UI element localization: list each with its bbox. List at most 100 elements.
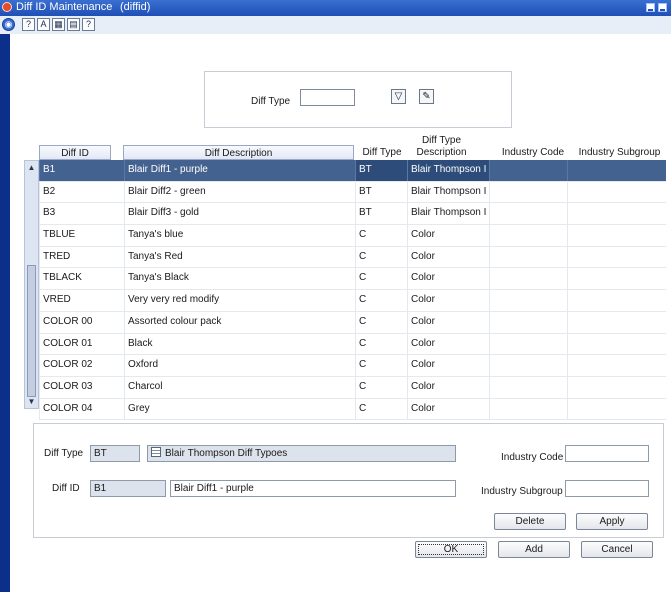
ok-button[interactable]: OK xyxy=(415,541,487,558)
header-industry-code[interactable]: Industry Code xyxy=(494,145,572,160)
cell-diff-description[interactable]: Charcol xyxy=(124,376,355,398)
cell-industry-subgroup[interactable] xyxy=(567,225,666,246)
cell-type-description[interactable]: Color xyxy=(407,398,489,420)
cell-industry-subgroup[interactable] xyxy=(567,355,666,376)
cell-diff-id[interactable]: TBLUE xyxy=(39,225,124,246)
spell-icon[interactable]: A xyxy=(37,18,50,31)
table-row[interactable]: COLOR 00 Assorted colour pack C Color xyxy=(39,311,666,334)
cell-industry-code[interactable] xyxy=(489,203,567,225)
cell-industry-subgroup[interactable] xyxy=(567,398,666,420)
cell-diff-type[interactable]: C xyxy=(355,333,407,355)
cell-industry-subgroup[interactable] xyxy=(567,246,666,268)
cell-industry-code[interactable] xyxy=(489,225,567,246)
cell-type-description[interactable]: Blair Thompson I xyxy=(407,160,489,181)
cell-diff-type[interactable]: C xyxy=(355,376,407,398)
cell-industry-subgroup[interactable] xyxy=(567,311,666,333)
help-icon[interactable]: ? xyxy=(22,18,35,31)
cell-diff-description[interactable]: Blair Diff3 - gold xyxy=(124,203,355,225)
scroll-down-icon[interactable]: ▼ xyxy=(27,397,36,406)
cell-type-description[interactable]: Color xyxy=(407,311,489,333)
cell-type-description[interactable]: Color xyxy=(407,246,489,268)
cell-type-description[interactable]: Color xyxy=(407,333,489,355)
cell-diff-type[interactable]: C xyxy=(355,290,407,311)
industry-subgroup-input[interactable] xyxy=(565,480,649,497)
header-diff-description[interactable]: Diff Description xyxy=(123,145,354,160)
cell-industry-code[interactable] xyxy=(489,246,567,268)
cell-diff-type[interactable]: C xyxy=(355,311,407,333)
table-row[interactable]: COLOR 03 Charcol C Color xyxy=(39,376,666,399)
header-type-description[interactable]: Description xyxy=(409,145,474,160)
cell-diff-id[interactable]: B1 xyxy=(39,160,124,181)
industry-code-input[interactable] xyxy=(565,445,649,462)
table-row[interactable]: B2 Blair Diff2 - green BT Blair Thompson I xyxy=(39,181,666,204)
cell-diff-id[interactable]: VRED xyxy=(39,290,124,311)
calendar-icon[interactable]: ▤ xyxy=(67,18,80,31)
cell-diff-type[interactable]: C xyxy=(355,398,407,420)
cell-diff-description[interactable]: Oxford xyxy=(124,355,355,376)
cell-type-description[interactable]: Blair Thompson I xyxy=(407,203,489,225)
table-row[interactable]: B3 Blair Diff3 - gold BT Blair Thompson I xyxy=(39,203,666,226)
cell-industry-subgroup[interactable] xyxy=(567,181,666,203)
cancel-button[interactable]: Cancel xyxy=(581,541,653,558)
calculator-icon[interactable]: ▦ xyxy=(52,18,65,31)
cell-industry-code[interactable] xyxy=(489,311,567,333)
cell-diff-description[interactable]: Tanya's Black xyxy=(124,268,355,290)
cell-type-description[interactable]: Blair Thompson I xyxy=(407,181,489,203)
cell-industry-code[interactable] xyxy=(489,355,567,376)
cell-diff-description[interactable]: Grey xyxy=(124,398,355,420)
filter-diff-type-input[interactable] xyxy=(300,89,355,106)
cell-diff-type[interactable]: C xyxy=(355,225,407,246)
add-button[interactable]: Add xyxy=(498,541,570,558)
scroll-thumb[interactable] xyxy=(27,265,36,397)
header-industry-subgroup[interactable]: Industry Subgroup xyxy=(573,145,666,160)
cell-industry-code[interactable] xyxy=(489,290,567,311)
filter-icon[interactable]: ▽ xyxy=(391,89,406,104)
cell-type-description[interactable]: Color xyxy=(407,268,489,290)
cell-diff-description[interactable]: Tanya's blue xyxy=(124,225,355,246)
cell-diff-type[interactable]: BT xyxy=(355,160,407,181)
maximize-button[interactable] xyxy=(658,3,667,12)
cell-industry-code[interactable] xyxy=(489,160,567,181)
info-icon[interactable]: ? xyxy=(82,18,95,31)
cell-diff-description[interactable]: Blair Diff1 - purple xyxy=(124,160,355,181)
table-row[interactable]: COLOR 04 Grey C Color xyxy=(39,398,666,421)
cell-industry-subgroup[interactable] xyxy=(567,333,666,355)
cell-industry-code[interactable] xyxy=(489,398,567,420)
cell-industry-subgroup[interactable] xyxy=(567,160,666,181)
cell-industry-subgroup[interactable] xyxy=(567,290,666,311)
clear-filter-icon[interactable]: ✎ xyxy=(419,89,434,104)
header-diff-type[interactable]: Diff Type xyxy=(357,145,407,160)
cell-industry-code[interactable] xyxy=(489,333,567,355)
scroll-up-icon[interactable]: ▲ xyxy=(27,163,36,172)
cell-diff-type[interactable]: C xyxy=(355,355,407,376)
table-row[interactable]: COLOR 02 Oxford C Color xyxy=(39,355,666,377)
cell-type-description[interactable]: Color xyxy=(407,355,489,376)
table-row[interactable]: TRED Tanya's Red C Color xyxy=(39,246,666,269)
cell-diff-id[interactable]: B3 xyxy=(39,203,124,225)
apply-button[interactable]: Apply xyxy=(576,513,648,530)
cell-type-description[interactable]: Color xyxy=(407,376,489,398)
table-row[interactable]: VRED Very very red modify C Color xyxy=(39,290,666,312)
minimize-button[interactable] xyxy=(646,3,655,12)
cell-diff-type[interactable]: BT xyxy=(355,181,407,203)
lookup-icon[interactable] xyxy=(151,447,161,457)
cell-diff-id[interactable]: TRED xyxy=(39,246,124,268)
cell-type-description[interactable]: Color xyxy=(407,225,489,246)
table-row[interactable]: TBLUE Tanya's blue C Color xyxy=(39,225,666,247)
cell-diff-type[interactable]: C xyxy=(355,268,407,290)
table-row[interactable]: COLOR 01 Black C Color xyxy=(39,333,666,356)
diff-description-input[interactable]: Blair Diff1 - purple xyxy=(170,480,456,497)
cell-diff-description[interactable]: Black xyxy=(124,333,355,355)
cell-diff-id[interactable]: COLOR 03 xyxy=(39,376,124,398)
cell-diff-id[interactable]: COLOR 04 xyxy=(39,398,124,420)
cell-diff-description[interactable]: Assorted colour pack xyxy=(124,311,355,333)
cell-diff-description[interactable]: Blair Diff2 - green xyxy=(124,181,355,203)
cell-diff-type[interactable]: C xyxy=(355,246,407,268)
cell-diff-description[interactable]: Tanya's Red xyxy=(124,246,355,268)
grid-scrollbar[interactable]: ▲ ▼ xyxy=(24,160,39,409)
cell-diff-id[interactable]: B2 xyxy=(39,181,124,203)
cell-diff-description[interactable]: Very very red modify xyxy=(124,290,355,311)
cell-diff-id[interactable]: COLOR 00 xyxy=(39,311,124,333)
delete-button[interactable]: Delete xyxy=(494,513,566,530)
cell-industry-code[interactable] xyxy=(489,181,567,203)
